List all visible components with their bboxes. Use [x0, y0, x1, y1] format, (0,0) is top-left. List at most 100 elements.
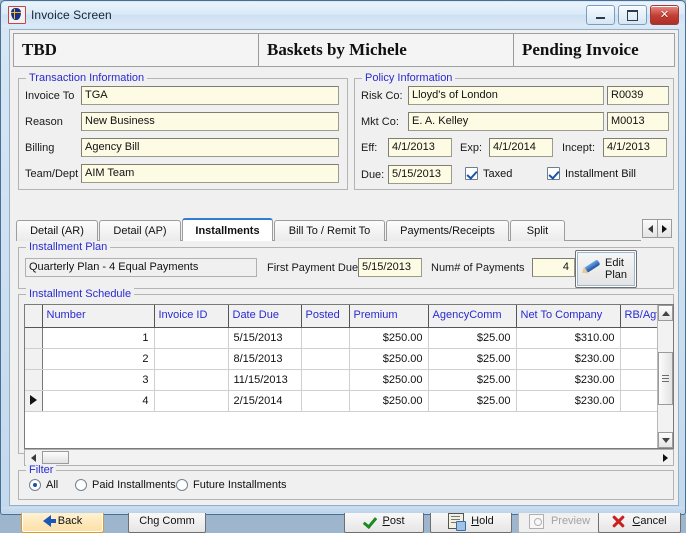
- cell-agency-comm: $25.00: [428, 390, 517, 412]
- incept-date-field[interactable]: 4/1/2013: [603, 138, 667, 157]
- filter-radio-future-installments[interactable]: Future Installments: [176, 479, 287, 491]
- row-selector-current[interactable]: [25, 390, 43, 412]
- invoice-to-field[interactable]: TGA: [81, 86, 339, 105]
- minimize-button[interactable]: [586, 5, 615, 25]
- taxed-checkbox[interactable]: Taxed: [465, 167, 512, 180]
- risk-co-code-field[interactable]: R0039: [607, 86, 669, 105]
- exp-date-field[interactable]: 4/1/2014: [489, 138, 553, 157]
- reason-label: Reason: [25, 116, 63, 128]
- window-controls: ✕: [586, 5, 679, 25]
- grid-vertical-scrollbar[interactable]: [657, 305, 673, 448]
- maximize-button[interactable]: [618, 5, 647, 25]
- reason-field[interactable]: New Business: [81, 112, 339, 131]
- tab-detail-ar[interactable]: Detail (AR): [16, 220, 98, 241]
- client-area: TBD Baskets by Michele Pending Invoice T…: [9, 29, 681, 533]
- pencil-icon: [584, 258, 602, 278]
- arrow-down-icon: [661, 437, 670, 443]
- row-selector[interactable]: [25, 348, 43, 370]
- tab-installments[interactable]: Installments: [182, 218, 273, 241]
- col-agency-comm[interactable]: AgencyComm: [428, 305, 517, 328]
- invoice-screen-window: Invoice Screen ✕ TBD Baskets by Michele …: [0, 0, 686, 533]
- table-row[interactable]: 2 8/15/2013 $250.00 $25.00 $230.00 $25.0…: [25, 348, 673, 370]
- row-selector-header: [25, 305, 43, 328]
- vertical-scroll-thumb[interactable]: [658, 352, 673, 405]
- col-premium[interactable]: Premium: [349, 305, 429, 328]
- tab-payments-receipts[interactable]: Payments/Receipts: [386, 220, 509, 241]
- cell-posted: [301, 390, 350, 412]
- cell-premium: $250.00: [349, 390, 429, 412]
- window-title: Invoice Screen: [31, 7, 112, 22]
- policy-information-legend: Policy Information: [362, 72, 456, 84]
- first-payment-due-label: First Payment Due: [267, 262, 359, 274]
- num-payments-field[interactable]: 4: [532, 258, 575, 277]
- radio-icon: [75, 479, 87, 491]
- cell-number: 1: [42, 327, 155, 349]
- cell-invoice-id: [154, 348, 229, 370]
- mkt-co-code-field[interactable]: M0013: [607, 112, 669, 131]
- scroll-left-button[interactable]: [25, 450, 41, 465]
- transaction-information-group: Transaction Information Invoice To TGA R…: [18, 72, 348, 190]
- installment-bill-label: Installment Bill: [565, 167, 636, 180]
- table-row[interactable]: 4 2/15/2014 $250.00 $25.00 $230.00 $25.0…: [25, 390, 673, 412]
- edit-plan-button[interactable]: Edit Plan: [575, 250, 637, 288]
- cell-invoice-id: [154, 369, 229, 391]
- col-net-to-company[interactable]: Net To Company: [516, 305, 621, 328]
- mkt-co-label: Mkt Co:: [361, 116, 399, 128]
- edit-plan-label: Edit Plan: [605, 257, 627, 281]
- col-posted[interactable]: Posted: [301, 305, 350, 328]
- tab-scroll-left-button[interactable]: [642, 219, 657, 238]
- filter-group: Filter All Paid Installments Future Inst…: [18, 464, 674, 500]
- horizontal-scroll-thumb[interactable]: [42, 451, 69, 464]
- table-row[interactable]: 1 5/15/2013 $250.00 $25.00 $310.00 $25.0…: [25, 327, 673, 349]
- header-status-left: TBD: [14, 34, 259, 66]
- filter-radio-all[interactable]: All: [29, 479, 58, 491]
- cell-net-to-company: $230.00: [516, 348, 621, 370]
- billing-field[interactable]: Agency Bill: [81, 138, 339, 157]
- row-selector[interactable]: [25, 327, 43, 349]
- tab-split[interactable]: Split: [510, 220, 565, 241]
- cell-date-due: 11/15/2013: [228, 369, 302, 391]
- first-payment-due-field[interactable]: 5/15/2013: [358, 258, 422, 277]
- col-invoice-id[interactable]: Invoice ID: [154, 305, 229, 328]
- num-payments-label: Num# of Payments: [431, 262, 525, 274]
- header-client-name: Baskets by Michele: [259, 34, 514, 66]
- cell-premium: $250.00: [349, 327, 429, 349]
- installment-plan-field[interactable]: Quarterly Plan - 4 Equal Payments: [25, 258, 257, 277]
- mkt-co-field[interactable]: E. A. Kelley: [408, 112, 604, 131]
- installment-schedule-grid[interactable]: Number Invoice ID Date Due Posted Premiu…: [24, 304, 674, 449]
- transaction-information-legend: Transaction Information: [26, 72, 148, 84]
- cell-premium: $250.00: [349, 369, 429, 391]
- grid-horizontal-scrollbar[interactable]: [24, 449, 674, 466]
- radio-icon: [29, 479, 41, 491]
- cancel-label: Cancel: [632, 515, 667, 527]
- tab-detail-ap[interactable]: Detail (AP): [99, 220, 181, 241]
- installment-bill-checkbox[interactable]: Installment Bill: [547, 167, 636, 180]
- header-banner: TBD Baskets by Michele Pending Invoice: [13, 33, 675, 67]
- title-bar: Invoice Screen ✕: [2, 2, 684, 27]
- cell-invoice-id: [154, 390, 229, 412]
- scroll-right-button[interactable]: [657, 450, 673, 465]
- exp-label: Exp:: [460, 142, 483, 154]
- magnifier-icon: [528, 513, 544, 529]
- due-date-field[interactable]: 5/15/2013: [388, 165, 452, 184]
- current-row-arrow-icon: [29, 395, 37, 406]
- col-date-due[interactable]: Date Due: [228, 305, 302, 328]
- cell-net-to-company: $310.00: [516, 327, 621, 349]
- due-label: Due:: [361, 169, 385, 181]
- risk-co-field[interactable]: Lloyd's of London: [408, 86, 604, 105]
- col-number[interactable]: Number: [42, 305, 155, 328]
- tab-scroll-right-button[interactable]: [657, 219, 672, 238]
- team-dept-field[interactable]: AIM Team: [81, 164, 339, 183]
- eff-date-field[interactable]: 4/1/2013: [388, 138, 452, 157]
- team-dept-label: Team/Dept: [25, 168, 79, 180]
- tab-bill-to-remit-to[interactable]: Bill To / Remit To: [274, 220, 385, 241]
- scroll-down-button[interactable]: [658, 432, 673, 448]
- cell-agency-comm: $25.00: [428, 348, 517, 370]
- cell-number: 2: [42, 348, 155, 370]
- table-row[interactable]: 3 11/15/2013 $250.00 $25.00 $230.00 $25.…: [25, 369, 673, 391]
- hold-label-rest: old: [479, 515, 494, 527]
- close-button[interactable]: ✕: [650, 5, 679, 25]
- filter-radio-paid-installments[interactable]: Paid Installments: [75, 479, 176, 491]
- row-selector[interactable]: [25, 369, 43, 391]
- scroll-up-button[interactable]: [658, 305, 673, 321]
